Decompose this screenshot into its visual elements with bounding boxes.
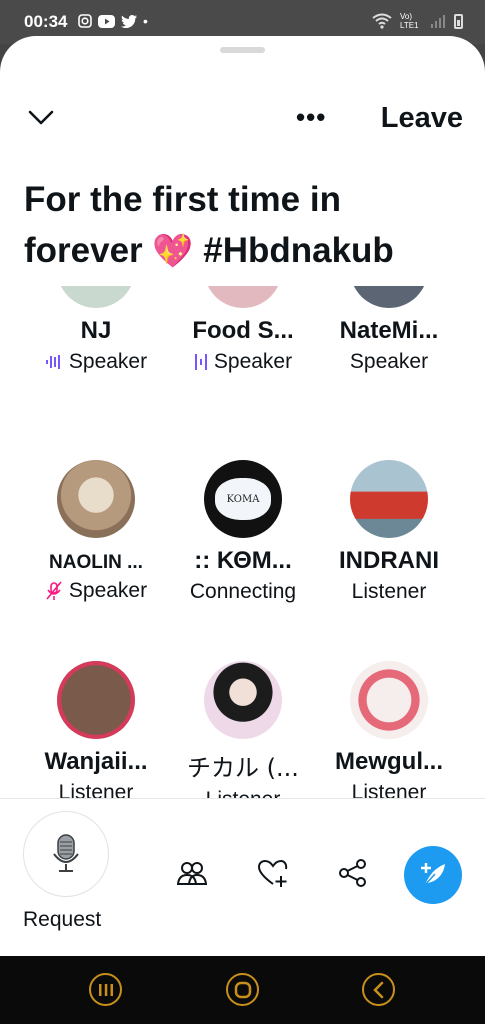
participant-card[interactable]: Mewgul... Listener (314, 661, 464, 798)
recent-apps-icon (98, 983, 113, 996)
participant-card[interactable]: NateMi... Speaker (314, 286, 464, 374)
participant-name: チカル (... (187, 754, 299, 782)
participant-name: NAOLIN ... (49, 552, 143, 573)
avatar (204, 286, 282, 308)
participant-role: Speaker (21, 350, 171, 374)
share-icon[interactable] (336, 856, 370, 890)
recent-apps-button[interactable] (89, 973, 122, 1006)
youtube-icon (98, 14, 115, 28)
status-notification-icons: • (78, 13, 148, 29)
participant-role: Listener (314, 580, 464, 604)
signal-icon (431, 15, 445, 28)
request-label[interactable]: Request (23, 908, 101, 932)
space-title-hashtag: #Hbdnakub (193, 231, 394, 270)
avatar (57, 661, 135, 739)
participant-role-label: Speaker (68, 579, 148, 602)
wifi-icon (372, 13, 392, 29)
leave-button[interactable]: Leave (381, 102, 463, 135)
participant-card[interactable]: Food S... Speaker (168, 286, 318, 374)
space-title: For the first time in forever 💖 #Hbdnaku… (24, 174, 464, 276)
participant-role-label: Speaker (213, 350, 293, 373)
speaking-icon (194, 354, 207, 370)
avatar (204, 661, 282, 739)
feather-plus-icon (421, 863, 445, 886)
participant-card[interactable]: NAOLIN ... Speaker (21, 460, 171, 603)
navigation-bar (0, 956, 485, 1024)
participant-name: Food S... (192, 317, 294, 344)
participant-role: Connecting (168, 580, 318, 604)
avatar (350, 460, 428, 538)
participant-name: Wanjaii... (44, 748, 148, 775)
people-icon[interactable] (175, 856, 209, 890)
muted-mic-icon (46, 581, 62, 600)
participant-card[interactable]: Wanjaii... Listener (21, 661, 171, 798)
participant-role-label: Listener (206, 788, 281, 798)
participant-name: NateMi... (339, 317, 439, 344)
status-system-icons: Vo) LTE1 (372, 12, 463, 30)
more-options-button[interactable]: ••• (296, 102, 326, 133)
collapse-chevron-icon[interactable] (28, 104, 54, 130)
participant-name: Mewgul... (335, 748, 443, 775)
home-button[interactable] (226, 973, 259, 1006)
sparkling-heart-icon: 💖 (152, 232, 194, 269)
participant-role: Listener (21, 781, 171, 798)
home-icon (234, 981, 251, 998)
participant-role-label: Listener (351, 580, 427, 603)
avatar (57, 286, 135, 308)
avatar (350, 661, 428, 739)
add-reaction-heart-icon[interactable] (256, 856, 290, 890)
participants-grid: NJ Speaker Food S... Speaker NateMi... S… (0, 286, 485, 798)
participant-card[interactable]: チカル (... Listener (168, 661, 318, 798)
participant-card[interactable]: KOMA :: ΚΘΜ... Connecting (168, 460, 318, 604)
avatar (57, 460, 135, 538)
participant-card[interactable]: INDRANI Listener (314, 460, 464, 604)
participant-role-label: Speaker (68, 350, 148, 373)
participant-name: :: ΚΘΜ... (194, 547, 292, 574)
dot-icon: • (143, 13, 148, 29)
speaking-icon (45, 355, 60, 369)
avatar-logo: KOMA (215, 478, 271, 520)
back-button[interactable] (362, 973, 395, 1006)
participant-role: Speaker (21, 579, 171, 603)
compose-tweet-button[interactable] (404, 846, 462, 904)
participant-role-label: Connecting (189, 580, 297, 603)
space-sheet: ••• Leave For the first time in forever … (0, 36, 485, 956)
participant-card[interactable]: NJ Speaker (21, 286, 171, 374)
participant-role-label: Speaker (349, 350, 429, 373)
status-time: 00:34 (24, 12, 68, 31)
participant-role: Listener (168, 788, 318, 798)
network-label: Vo) LTE1 (400, 12, 419, 30)
participant-name: NJ (80, 317, 112, 344)
battery-icon (454, 13, 463, 29)
participant-role-label: Listener (58, 781, 134, 798)
sheet-grabber[interactable] (220, 47, 265, 53)
instagram-icon (78, 14, 92, 28)
space-header: ••• Leave (0, 100, 485, 140)
participant-role: Speaker (168, 350, 318, 374)
participant-role: Speaker (314, 350, 464, 374)
request-mic-button[interactable] (23, 811, 109, 897)
microphone-icon (53, 834, 79, 872)
participant-role-label: Listener (351, 781, 427, 798)
divider (0, 798, 485, 799)
participant-role: Listener (314, 781, 464, 798)
avatar (350, 286, 428, 308)
twitter-icon (121, 14, 137, 28)
participant-name: INDRANI (339, 547, 439, 574)
back-arrow-icon (372, 981, 383, 998)
avatar: KOMA (204, 460, 282, 538)
